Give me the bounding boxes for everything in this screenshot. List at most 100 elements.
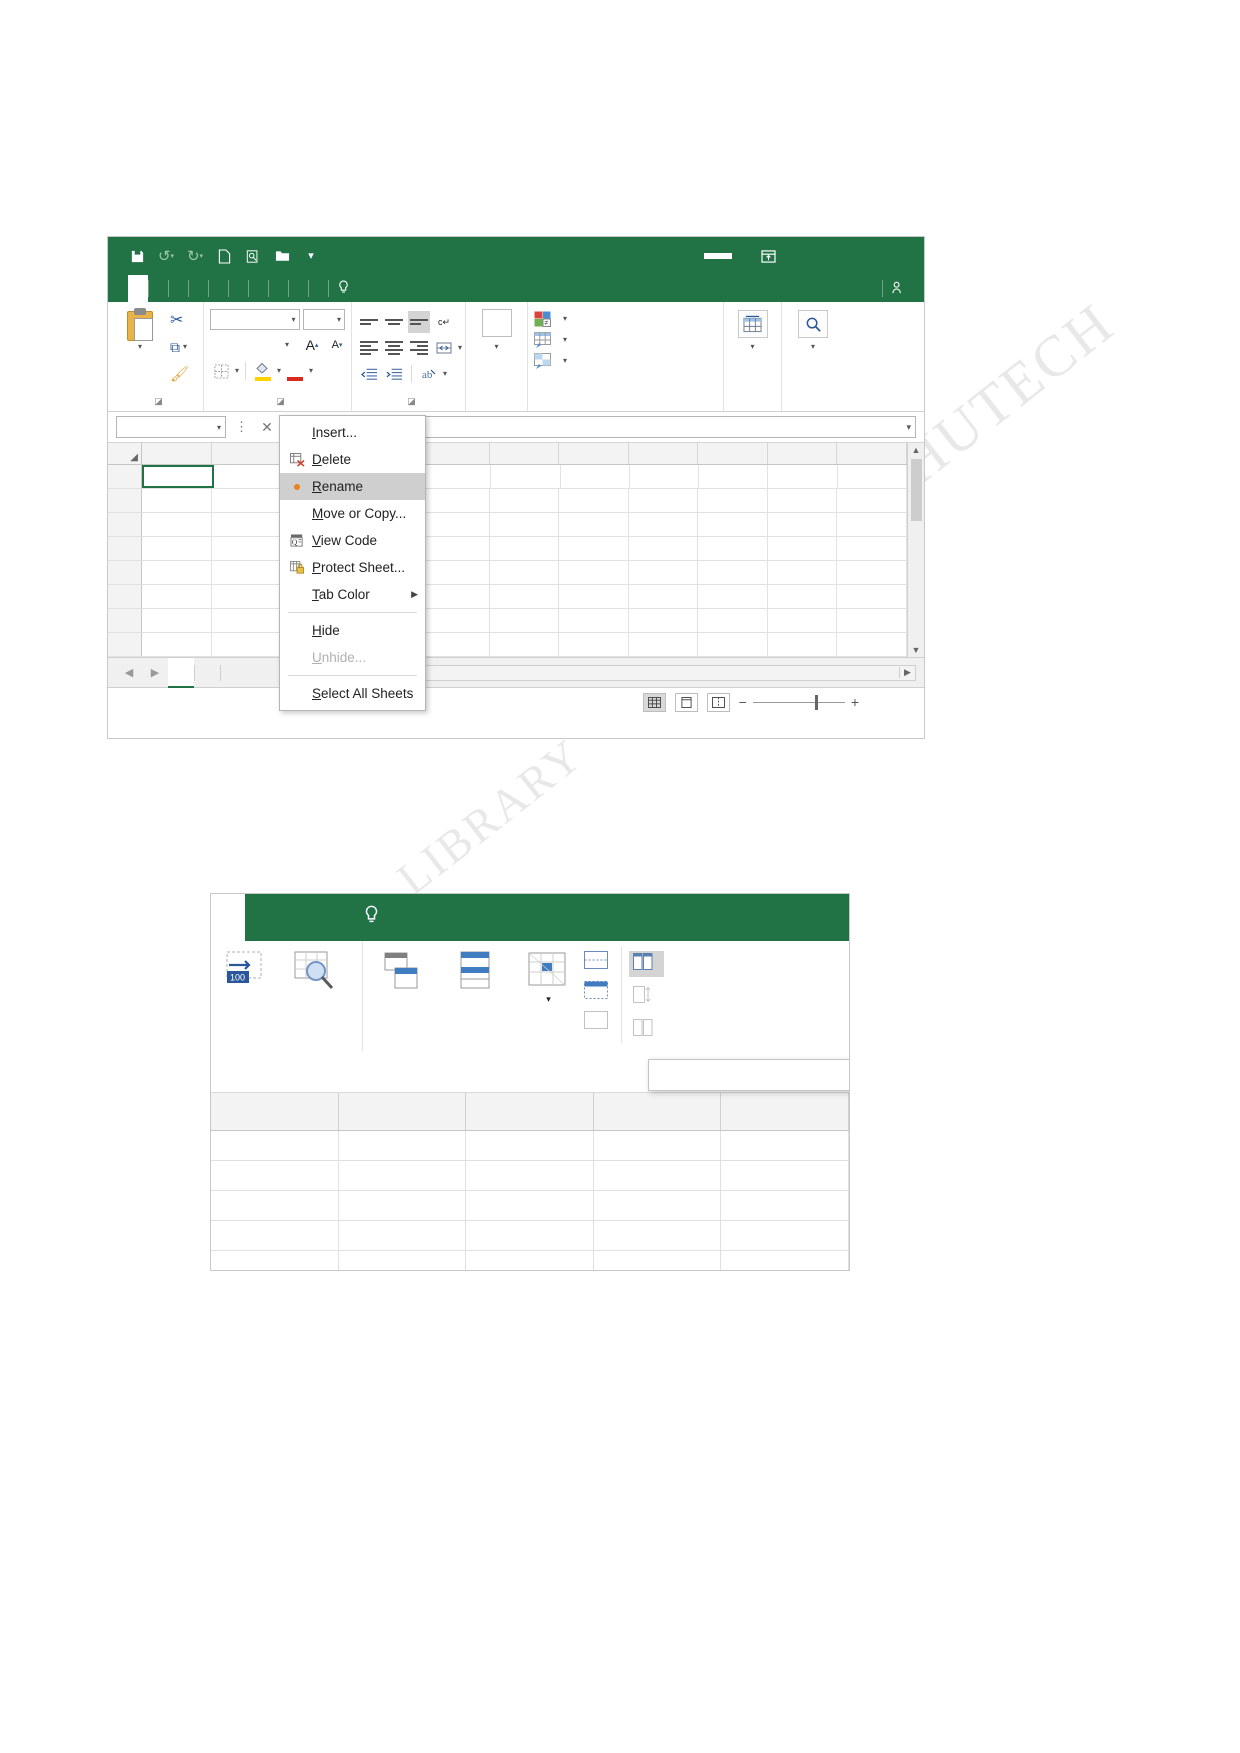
align-left-button[interactable] — [358, 337, 380, 359]
cell[interactable] — [594, 1161, 722, 1190]
tab-team[interactable] — [313, 894, 347, 941]
decrease-font-size-button[interactable]: A ▾ — [326, 334, 348, 356]
sheet-tab-diem-hk2[interactable] — [220, 658, 246, 688]
cell[interactable] — [489, 537, 560, 560]
cell[interactable] — [767, 513, 838, 536]
context-menu-item-hide[interactable]: Hide — [280, 617, 425, 644]
context-menu-item-move-or-copy[interactable]: Move or Copy... — [280, 500, 425, 527]
font-dialog-launcher-icon[interactable]: ◪ — [276, 396, 285, 407]
cell[interactable] — [466, 1191, 594, 1220]
row-header-3[interactable] — [108, 513, 142, 536]
cell[interactable] — [767, 561, 838, 584]
tab-foxit-reader-pdf[interactable] — [279, 894, 313, 941]
font-color-dropdown-icon[interactable]: ▾ — [309, 367, 313, 375]
column-header-e[interactable] — [420, 443, 490, 464]
name-box[interactable]: ▾ — [116, 416, 226, 438]
cell[interactable] — [466, 1251, 594, 1270]
arrange-all-button[interactable] — [442, 947, 510, 995]
cell[interactable] — [698, 489, 768, 512]
cell[interactable] — [698, 585, 768, 608]
cell[interactable] — [559, 609, 629, 632]
cell-h1[interactable] — [629, 465, 700, 488]
table-row[interactable] — [211, 1131, 849, 1161]
cell[interactable] — [211, 561, 282, 584]
format-painter-button[interactable]: 🖌 — [170, 363, 189, 385]
cell-styles-dropdown-icon[interactable]: ▾ — [563, 357, 567, 365]
column-header-a[interactable] — [142, 443, 212, 464]
tab-home[interactable] — [128, 275, 148, 302]
borders-button[interactable] — [210, 360, 232, 382]
cell[interactable] — [420, 537, 490, 560]
cell[interactable] — [559, 537, 629, 560]
format-as-table-button[interactable]: ▾ — [534, 332, 717, 348]
cell[interactable] — [211, 513, 282, 536]
cell[interactable] — [721, 1191, 849, 1220]
cell[interactable] — [594, 1191, 722, 1220]
cell[interactable] — [420, 633, 490, 656]
cancel-entry-icon[interactable]: ✕ — [257, 419, 277, 436]
normal-view-button[interactable] — [642, 692, 666, 712]
cell[interactable] — [420, 609, 490, 632]
scroll-thumb[interactable] — [910, 459, 922, 521]
tell-me-box[interactable] — [347, 894, 405, 941]
page-break-preview-button[interactable] — [706, 692, 730, 712]
cell[interactable] — [628, 585, 699, 608]
cell[interactable] — [211, 1251, 339, 1270]
zoom-out-icon[interactable]: − — [739, 694, 747, 710]
cell[interactable] — [466, 1161, 594, 1190]
align-center-button[interactable] — [383, 337, 405, 359]
cell[interactable] — [559, 633, 629, 656]
cell[interactable] — [559, 489, 629, 512]
table-row[interactable] — [211, 1251, 849, 1270]
freeze-panes-dropdown-icon[interactable]: ▾ — [546, 994, 551, 1005]
cell[interactable] — [142, 513, 212, 536]
cell[interactable] — [211, 1131, 339, 1160]
cell[interactable] — [837, 561, 908, 584]
table-row[interactable] — [108, 537, 924, 561]
align-right-button[interactable] — [408, 337, 430, 359]
cell[interactable] — [767, 609, 838, 632]
save-icon[interactable] — [124, 243, 150, 269]
cell[interactable] — [211, 489, 282, 512]
cell[interactable] — [837, 513, 908, 536]
conditional-formatting-button[interactable]: ≠ ▾ — [534, 311, 717, 327]
cell-g1[interactable] — [560, 465, 630, 488]
scroll-right-icon[interactable]: ▶ — [899, 667, 915, 678]
cell[interactable] — [211, 585, 282, 608]
customize-qat-icon[interactable]: ▾ — [298, 243, 324, 269]
tab-formulas[interactable] — [188, 275, 208, 302]
page-layout-view-button[interactable] — [674, 692, 698, 712]
hide-button[interactable] — [584, 981, 615, 1004]
cell[interactable] — [837, 609, 908, 632]
cell[interactable] — [489, 489, 560, 512]
zoom-to-selection-button[interactable] — [275, 947, 355, 995]
cell-j1[interactable] — [768, 465, 838, 488]
cell[interactable] — [721, 1131, 849, 1160]
underline-dropdown-icon[interactable]: ▾ — [285, 341, 289, 349]
sheet-tab-bar[interactable]: ◀ ▶ ⋮ ◀ ▶ — [108, 657, 924, 688]
cell[interactable] — [628, 609, 699, 632]
align-bottom-button[interactable] — [408, 311, 430, 333]
row-header-2[interactable] — [108, 489, 142, 512]
row-header-5[interactable] — [108, 561, 142, 584]
cell[interactable] — [420, 585, 490, 608]
cell[interactable] — [142, 489, 212, 512]
sheet-context-menu[interactable]: Insert... Delete Rename Move or Copy... … — [279, 415, 426, 711]
cell[interactable] — [420, 489, 490, 512]
scroll-up-icon[interactable]: ▲ — [912, 443, 921, 457]
cell[interactable] — [489, 585, 560, 608]
column-header-j[interactable] — [768, 443, 838, 464]
cell[interactable] — [211, 537, 282, 560]
cell[interactable] — [420, 561, 490, 584]
close-button[interactable] — [874, 238, 914, 274]
bold-button[interactable] — [210, 334, 232, 356]
sheet-tab-diem-hk1[interactable] — [194, 658, 220, 688]
row-header-1[interactable] — [108, 465, 142, 488]
tell-me-box[interactable] — [328, 275, 364, 302]
tab-file[interactable] — [108, 275, 128, 302]
cell[interactable] — [698, 609, 768, 632]
cell[interactable] — [339, 1131, 467, 1160]
column-header-h[interactable] — [629, 443, 699, 464]
tab-foxit-reader-pdf[interactable] — [288, 275, 308, 302]
tab-view[interactable] — [248, 275, 268, 302]
